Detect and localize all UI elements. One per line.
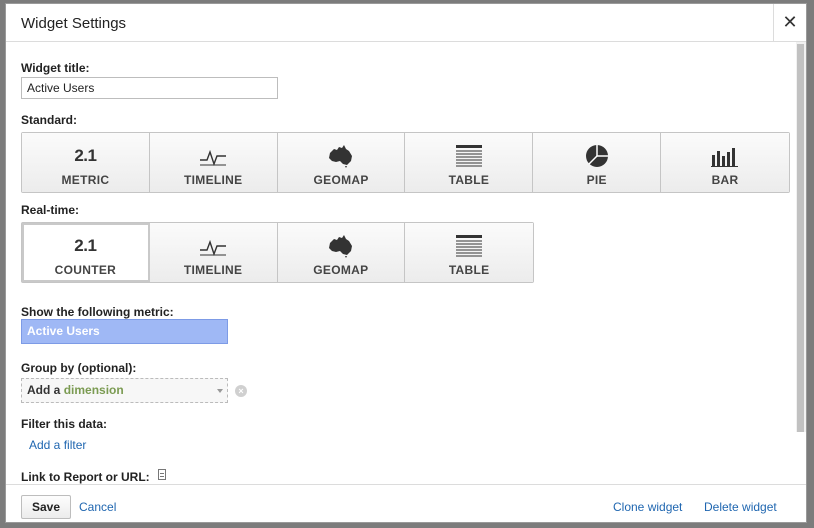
metric-icon: 2.1 xyxy=(22,143,149,169)
realtime-timeline-button[interactable]: TIMELINE xyxy=(149,223,278,282)
standard-type-label: BAR xyxy=(711,173,739,187)
chevron-down-icon xyxy=(217,389,223,393)
counter-icon-text: 2.1 xyxy=(74,236,97,255)
scrollbar[interactable] xyxy=(796,42,806,432)
realtime-label: Real-time: xyxy=(21,203,80,217)
realtime-type-label: COUNTER xyxy=(54,263,117,277)
close-icon: ✕ xyxy=(782,12,798,32)
standard-timeline-button[interactable]: TIMELINE xyxy=(149,133,278,192)
standard-type-label: PIE xyxy=(586,173,607,187)
standard-metric-button[interactable]: 2.1 METRIC xyxy=(22,133,150,192)
standard-types-group: 2.1 METRIC TIMELINE GEOMAP TABLE PIE BAR xyxy=(21,132,790,193)
widget-settings-dialog: Widget Settings ✕ Widget title: Standard… xyxy=(5,3,807,523)
dimension-prefix: Add a xyxy=(27,383,61,397)
geomap-icon xyxy=(278,143,405,169)
realtime-type-label: GEOMAP xyxy=(313,263,369,277)
standard-type-label: TABLE xyxy=(448,173,490,187)
standard-label: Standard: xyxy=(21,113,78,127)
close-button[interactable]: ✕ xyxy=(773,4,806,41)
pie-icon xyxy=(533,143,660,169)
remove-dimension-icon[interactable]: × xyxy=(235,385,247,397)
realtime-counter-button[interactable]: 2.1 COUNTER xyxy=(22,223,150,282)
filter-label: Filter this data: xyxy=(21,417,108,431)
dialog-titlebar: Widget Settings ✕ xyxy=(6,4,806,42)
bar-icon xyxy=(661,143,789,169)
dialog-footer: Save Cancel Clone widget Delete widget xyxy=(6,484,806,522)
standard-type-label: GEOMAP xyxy=(313,173,369,187)
clone-widget-link[interactable]: Clone widget xyxy=(613,500,682,514)
add-filter-link[interactable]: Add a filter xyxy=(29,438,86,452)
dialog-content: Widget title: Standard: 2.1 METRIC TIMELIN… xyxy=(21,42,793,484)
delete-widget-link[interactable]: Delete widget xyxy=(704,500,777,514)
document-icon xyxy=(158,469,166,480)
save-button[interactable]: Save xyxy=(21,495,71,519)
standard-table-button[interactable]: TABLE xyxy=(405,133,534,192)
cancel-link[interactable]: Cancel xyxy=(79,500,116,514)
scrollbar-thumb[interactable] xyxy=(797,44,804,432)
realtime-type-label: TIMELINE xyxy=(183,263,243,277)
realtime-table-button[interactable]: TABLE xyxy=(405,223,533,282)
link-label: Link to Report or URL: xyxy=(21,470,150,484)
realtime-type-label: TABLE xyxy=(448,263,490,277)
table-icon xyxy=(405,233,533,259)
standard-type-label: TIMELINE xyxy=(184,173,243,187)
widget-title-input[interactable] xyxy=(21,77,278,99)
realtime-types-group: 2.1 COUNTER TIMELINE GEOMAP TABLE xyxy=(21,222,534,283)
widget-title-label: Widget title: xyxy=(21,61,90,75)
table-icon xyxy=(405,143,532,169)
standard-type-label: METRIC xyxy=(61,173,110,187)
dialog-title: Widget Settings xyxy=(21,15,127,32)
counter-icon: 2.1 xyxy=(22,233,149,259)
metric-label: Show the following metric: xyxy=(21,305,174,319)
timeline-icon xyxy=(150,233,277,259)
geomap-icon xyxy=(278,233,405,259)
standard-geomap-button[interactable]: GEOMAP xyxy=(277,133,406,192)
dimension-word: dimension xyxy=(63,383,124,397)
timeline-icon xyxy=(150,143,277,169)
dimension-select[interactable]: Add a dimension xyxy=(21,378,228,403)
group-by-label: Group by (optional): xyxy=(21,361,137,375)
realtime-geomap-button[interactable]: GEOMAP xyxy=(277,223,406,282)
metric-pill[interactable]: Active Users xyxy=(21,319,228,344)
standard-bar-button[interactable]: BAR xyxy=(661,133,789,192)
standard-pie-button[interactable]: PIE xyxy=(533,133,662,192)
metric-icon-text: 2.1 xyxy=(74,146,97,165)
